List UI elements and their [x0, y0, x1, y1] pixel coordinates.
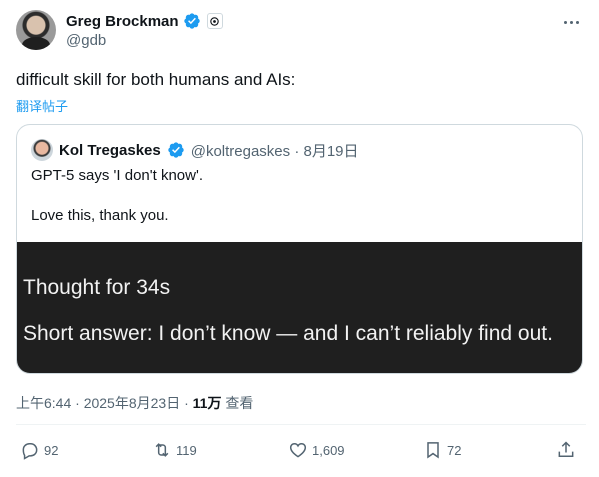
action-bar: 92 119 1,609 72 — [16, 440, 586, 466]
quoted-handle-date: @koltregaskes · 8月19日 — [190, 142, 359, 160]
reply-count: 92 — [44, 442, 59, 458]
translate-post-link[interactable]: 翻译帖子 — [16, 96, 68, 115]
quoted-text-line-2: Love this, thank you. — [31, 207, 169, 224]
repost-count: 119 — [176, 442, 197, 458]
quoted-tweet-card[interactable]: Kol Tregaskes @koltregaskes · 8月19日 GPT-… — [16, 124, 583, 374]
quoted-author-name: Kol Tregaskes — [59, 141, 161, 159]
divider — [16, 424, 586, 425]
like-icon — [289, 442, 307, 458]
quoted-text-line-1: GPT-5 says 'I don't know'. — [31, 167, 203, 184]
like-button[interactable]: 1,609 — [288, 440, 345, 460]
post-time-date[interactable]: 上午6:44 · 2025年8月23日 · — [16, 395, 193, 411]
views-count: 11万 — [192, 395, 222, 411]
like-count: 1,609 — [312, 442, 345, 458]
repost-button[interactable]: 119 — [152, 440, 197, 460]
bookmark-count: 72 — [447, 442, 462, 458]
author-avatar[interactable] — [16, 10, 56, 50]
bookmark-icon — [427, 442, 439, 459]
quoted-image[interactable]: Thought for 34s Short answer: I don’t kn… — [17, 242, 582, 373]
verified-badge-icon — [168, 142, 184, 158]
quoted-author-avatar — [31, 139, 53, 161]
repost-icon — [155, 443, 169, 457]
image-text-line-1: Thought for 34s — [23, 276, 171, 299]
post-timestamp: 上午6:44 · 2025年8月23日 · 11万 查看 — [16, 393, 253, 413]
share-button[interactable] — [556, 440, 576, 460]
share-icon — [558, 441, 574, 457]
tweet-text: difficult skill for both humans and AIs: — [16, 70, 296, 89]
tweet-header: Greg Brockman @gdb — [16, 10, 586, 54]
reply-icon — [22, 443, 38, 460]
affiliation-badge-icon[interactable] — [206, 13, 223, 29]
verified-badge-icon — [183, 13, 200, 29]
image-text-line-2: Short answer: I don’t know — and I can’t… — [23, 322, 553, 345]
author-name[interactable]: Greg Brockman — [66, 13, 179, 30]
views-label: 查看 — [221, 395, 254, 411]
more-options-icon[interactable] — [560, 14, 582, 30]
reply-button[interactable]: 92 — [20, 440, 58, 460]
author-handle[interactable]: @gdb — [66, 32, 106, 49]
bookmark-button[interactable]: 72 — [423, 440, 461, 460]
author-name-row: Greg Brockman — [66, 12, 223, 30]
quoted-tweet-header: Kol Tregaskes @koltregaskes · 8月19日 — [31, 139, 359, 161]
